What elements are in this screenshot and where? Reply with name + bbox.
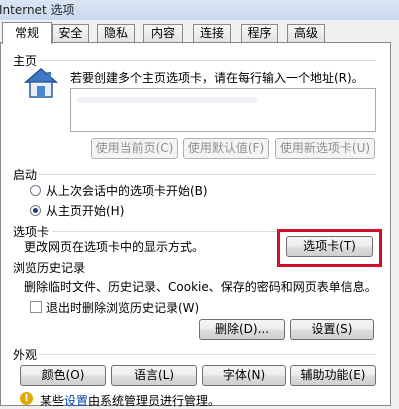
tab-security[interactable]: 安全 xyxy=(52,24,89,42)
tab-connections[interactable]: 连接 xyxy=(193,24,231,42)
use-default-button[interactable]: 使用默认值(F) xyxy=(183,138,269,159)
history-settings-button[interactable]: 设置(S) xyxy=(290,319,374,340)
divider xyxy=(38,174,376,175)
home-icon xyxy=(24,68,58,98)
tab-privacy[interactable]: 隐私 xyxy=(97,24,135,42)
divider xyxy=(38,60,376,61)
startup-homepage-radio[interactable] xyxy=(30,205,41,216)
policy-notice: 某些设置由系统管理员进行管理。 xyxy=(40,392,220,409)
history-description: 删除临时文件、历史记录、Cookie、保存的密码和网页表单信息。 xyxy=(24,280,377,294)
colors-button[interactable]: 颜色(O) xyxy=(20,365,106,386)
delete-on-exit-label[interactable]: 退出时删除浏览历史记录(W) xyxy=(46,299,199,316)
tabs-description: 更改网页在选项卡中的显示方式。 xyxy=(24,240,205,254)
homepage-url-textarea[interactable] xyxy=(70,88,376,132)
delete-on-exit-checkbox[interactable] xyxy=(30,301,42,313)
info-icon: ! xyxy=(20,392,33,405)
tab-strip: 常规 安全 隐私 内容 连接 程序 高级 xyxy=(0,22,399,44)
tab-content[interactable]: 内容 xyxy=(143,24,183,42)
divider xyxy=(38,354,376,355)
fonts-button[interactable]: 字体(N) xyxy=(202,365,286,386)
accessibility-button[interactable]: 辅助功能(E) xyxy=(290,365,376,386)
window-title: Internet 选项 xyxy=(0,3,75,17)
use-new-tab-button[interactable]: 使用新选项卡(U) xyxy=(275,138,375,159)
homepage-description: 若要创建多个主页选项卡，请在每行输入一个地址(R)。 xyxy=(70,71,364,85)
startup-last-session-radio[interactable] xyxy=(30,185,41,196)
startup-section-title: 启动 xyxy=(13,168,38,182)
languages-button[interactable]: 语言(L) xyxy=(111,365,197,386)
use-current-button[interactable]: 使用当前页(C) xyxy=(91,138,178,159)
startup-homepage-label[interactable]: 从主页开始(H) xyxy=(46,202,124,219)
delete-history-button[interactable]: 删除(D)... xyxy=(199,319,285,340)
tab-advanced[interactable]: 高级 xyxy=(287,24,325,42)
startup-last-session-label[interactable]: 从上次会话中的选项卡开始(B) xyxy=(46,182,208,199)
title-bar: Internet 选项 xyxy=(0,0,399,20)
appearance-section-title: 外观 xyxy=(13,348,38,362)
tab-programs[interactable]: 程序 xyxy=(241,24,278,42)
history-section-title: 浏览历史记录 xyxy=(13,261,86,275)
homepage-url-text xyxy=(77,97,257,103)
tab-general[interactable]: 常规 xyxy=(2,22,52,44)
highlight-box xyxy=(277,229,382,267)
